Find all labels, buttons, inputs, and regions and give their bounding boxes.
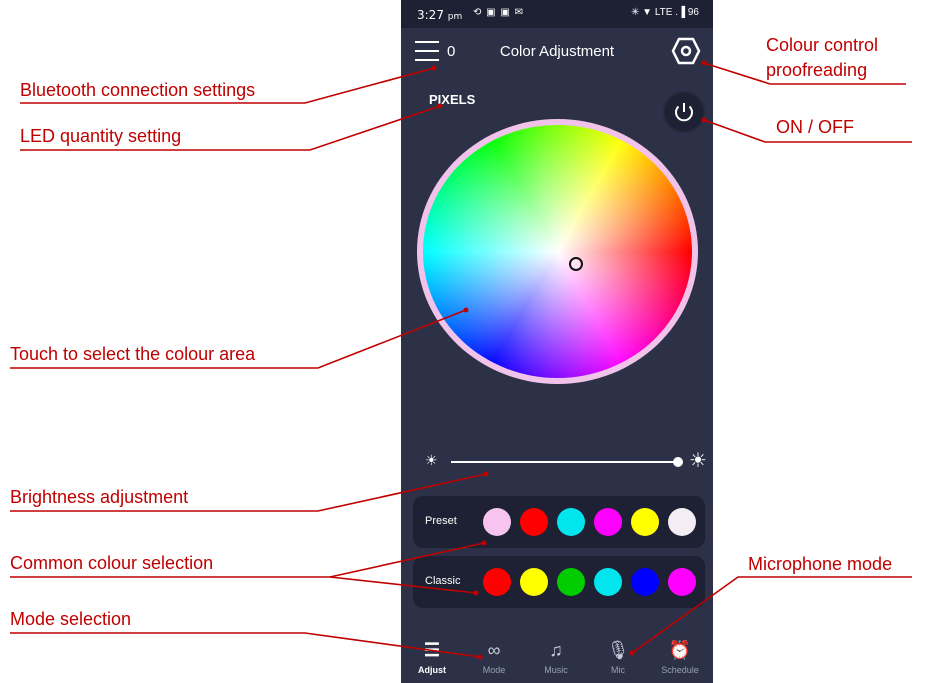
microphone-icon: 🎙 — [606, 640, 630, 660]
music-note-icon: ♫ — [549, 640, 563, 660]
preset-swatch-4[interactable] — [594, 508, 622, 536]
sun-large-icon: ☀ — [689, 450, 707, 472]
nav-music[interactable]: ♫ Music — [525, 635, 587, 675]
grid-circles-icon: ∞ — [487, 640, 501, 660]
classic-swatch-4[interactable] — [594, 568, 622, 596]
nav-schedule[interactable]: ⏰ Schedule — [649, 635, 711, 675]
annotation-bluetooth: Bluetooth connection settings — [20, 80, 256, 100]
phone-screen: 3:27 pm ⟲ ▣ ▣ ✉ ✳ ▼ LTE .▐ 96 0 Color Ad… — [401, 0, 713, 683]
annotation-microphone: Microphone mode — [748, 554, 893, 574]
sliders-icon: ☰ — [423, 640, 441, 660]
annotation-mode-selection: Mode selection — [10, 609, 132, 629]
annotation-on-off: ON / OFF — [776, 117, 854, 137]
hexagon-settings-icon[interactable] — [671, 36, 701, 66]
annotation-brightness: Brightness adjustment — [10, 487, 189, 507]
nav-music-label: Music — [544, 665, 568, 675]
nav-schedule-label: Schedule — [661, 665, 699, 675]
page-title: Color Adjustment — [499, 43, 615, 60]
classic-panel: Classic — [413, 556, 705, 608]
preset-swatch-3[interactable] — [557, 508, 585, 536]
preset-swatch-5[interactable] — [631, 508, 659, 536]
annotation-colour-control-line1: Colour control — [766, 35, 879, 55]
nav-adjust-label: Adjust — [418, 665, 446, 675]
classic-swatch-5[interactable] — [631, 568, 659, 596]
status-notification-icons: ⟲ ▣ ▣ ✉ — [473, 7, 524, 18]
annotation-touch-colour: Touch to select the colour area — [10, 344, 256, 364]
power-icon — [675, 103, 693, 122]
status-system-icons: ✳ ▼ LTE .▐ 96 — [631, 7, 699, 18]
annotation-common-colour: Common colour selection — [10, 553, 214, 573]
bottom-nav: ☰ Adjust ∞ Mode ♫ Music 🎙 Mic ⏰ Schedule — [401, 635, 713, 683]
classic-swatch-1[interactable] — [483, 568, 511, 596]
preset-label: Preset — [425, 515, 457, 527]
app-header: 0 Color Adjustment — [401, 28, 713, 78]
pixels-button[interactable]: PIXELS — [429, 92, 475, 107]
preset-swatch-6[interactable] — [668, 508, 696, 536]
brightness-thumb[interactable] — [673, 457, 683, 467]
status-time: 3:27 pm — [417, 8, 463, 22]
status-bar: 3:27 pm ⟲ ▣ ▣ ✉ ✳ ▼ LTE .▐ 96 — [401, 0, 713, 28]
preset-swatch-1[interactable] — [483, 508, 511, 536]
brightness-track[interactable] — [451, 461, 679, 463]
sun-small-icon: ☀ — [425, 452, 438, 468]
brightness-slider[interactable]: ☀ ☀ — [421, 450, 707, 474]
classic-swatch-6[interactable] — [668, 568, 696, 596]
classic-swatch-2[interactable] — [520, 568, 548, 596]
nav-mic-label: Mic — [611, 665, 625, 675]
nav-mic[interactable]: 🎙 Mic — [587, 635, 649, 675]
annotation-led-quantity: LED quantity setting — [20, 126, 182, 146]
preset-swatch-2[interactable] — [520, 508, 548, 536]
alarm-clock-icon: ⏰ — [668, 640, 692, 660]
preset-panel: Preset — [413, 496, 705, 548]
classic-swatch-3[interactable] — [557, 568, 585, 596]
power-button[interactable] — [665, 93, 703, 131]
nav-mode[interactable]: ∞ Mode — [463, 635, 525, 675]
color-wheel-ring — [417, 119, 698, 384]
annotation-colour-control-line2: proofreading — [766, 60, 868, 80]
nav-adjust[interactable]: ☰ Adjust — [401, 635, 463, 675]
classic-label: Classic — [425, 575, 461, 587]
color-picker-knob[interactable] — [569, 257, 583, 271]
nav-mode-label: Mode — [482, 665, 506, 675]
color-wheel[interactable] — [423, 125, 692, 378]
